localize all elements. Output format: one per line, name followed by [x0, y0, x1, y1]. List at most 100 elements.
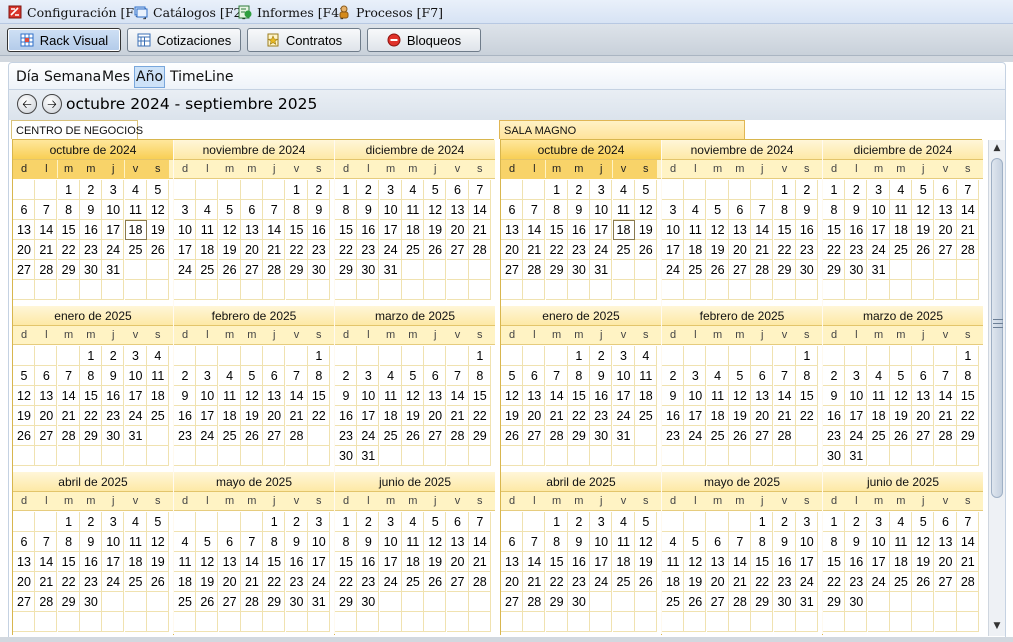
- day-number[interactable]: 24: [102, 240, 124, 260]
- day-number[interactable]: 29: [568, 426, 590, 446]
- day-number[interactable]: 27: [935, 572, 957, 592]
- day-number[interactable]: 15: [308, 386, 330, 406]
- day-number[interactable]: 4: [613, 180, 635, 200]
- day-number[interactable]: 5: [241, 366, 263, 386]
- day-number[interactable]: 15: [80, 386, 102, 406]
- day-number[interactable]: 22: [546, 572, 568, 592]
- day-number[interactable]: 31: [868, 260, 890, 280]
- menu-item-informes[interactable]: Informes [F4]: [238, 4, 344, 20]
- day-number[interactable]: 4: [890, 180, 912, 200]
- day-number[interactable]: 12: [635, 200, 657, 220]
- day-number[interactable]: 30: [845, 592, 867, 612]
- day-number[interactable]: 21: [729, 572, 751, 592]
- day-number[interactable]: 17: [174, 240, 196, 260]
- day-number[interactable]: 28: [546, 426, 568, 446]
- month-title[interactable]: febrero de 2025: [174, 306, 334, 326]
- day-number[interactable]: 7: [286, 366, 308, 386]
- cotizaciones-button[interactable]: Cotizaciones: [127, 28, 241, 52]
- day-number[interactable]: 6: [13, 200, 35, 220]
- day-number[interactable]: 17: [357, 406, 379, 426]
- day-number[interactable]: 3: [868, 512, 890, 532]
- day-number[interactable]: 25: [196, 260, 218, 280]
- day-number[interactable]: 14: [523, 220, 545, 240]
- day-number[interactable]: 10: [174, 220, 196, 240]
- day-number[interactable]: 22: [823, 572, 845, 592]
- day-number[interactable]: 11: [662, 552, 684, 572]
- day-number[interactable]: 23: [174, 426, 196, 446]
- day-number[interactable]: 6: [241, 200, 263, 220]
- today-day[interactable]: 18: [612, 220, 635, 240]
- day-number[interactable]: 24: [174, 260, 196, 280]
- day-number[interactable]: 14: [469, 532, 491, 552]
- day-number[interactable]: 24: [613, 406, 635, 426]
- day-number[interactable]: 15: [546, 552, 568, 572]
- menu-item-catalogos[interactable]: Catálogos [F2]: [134, 4, 246, 20]
- day-number[interactable]: 24: [308, 572, 330, 592]
- day-number[interactable]: 24: [380, 240, 402, 260]
- day-number[interactable]: 14: [546, 386, 568, 406]
- day-number[interactable]: 20: [241, 240, 263, 260]
- day-number[interactable]: 1: [796, 346, 818, 366]
- day-number[interactable]: 27: [751, 426, 773, 446]
- day-number[interactable]: 28: [957, 572, 979, 592]
- day-number[interactable]: 30: [335, 446, 357, 466]
- day-number[interactable]: 27: [707, 592, 729, 612]
- day-number[interactable]: 9: [845, 200, 867, 220]
- day-number[interactable]: 30: [286, 592, 308, 612]
- day-number[interactable]: 11: [402, 200, 424, 220]
- day-number[interactable]: 11: [125, 532, 147, 552]
- day-number[interactable]: 17: [590, 552, 612, 572]
- day-number[interactable]: 12: [219, 220, 241, 240]
- day-number[interactable]: 17: [662, 240, 684, 260]
- day-number[interactable]: 4: [890, 512, 912, 532]
- day-number[interactable]: 14: [957, 532, 979, 552]
- day-number[interactable]: 30: [102, 426, 124, 446]
- day-number[interactable]: 10: [196, 386, 218, 406]
- day-number[interactable]: 2: [174, 366, 196, 386]
- day-number[interactable]: 7: [263, 200, 285, 220]
- day-number[interactable]: 19: [912, 552, 934, 572]
- day-number[interactable]: 15: [263, 552, 285, 572]
- day-number[interactable]: 12: [912, 200, 934, 220]
- day-number[interactable]: 12: [424, 532, 446, 552]
- day-number[interactable]: 3: [357, 366, 379, 386]
- day-number[interactable]: 22: [263, 572, 285, 592]
- day-number[interactable]: 4: [219, 366, 241, 386]
- day-number[interactable]: 15: [58, 552, 80, 572]
- day-number[interactable]: 16: [80, 552, 102, 572]
- day-number[interactable]: 7: [546, 366, 568, 386]
- day-number[interactable]: 23: [845, 240, 867, 260]
- day-number[interactable]: 10: [380, 532, 402, 552]
- day-number[interactable]: 6: [751, 366, 773, 386]
- day-number[interactable]: 29: [546, 260, 568, 280]
- day-number[interactable]: 13: [263, 386, 285, 406]
- day-number[interactable]: 20: [523, 406, 545, 426]
- day-number[interactable]: 20: [935, 552, 957, 572]
- day-number[interactable]: 5: [13, 366, 35, 386]
- day-number[interactable]: 18: [707, 406, 729, 426]
- day-number[interactable]: 11: [219, 386, 241, 406]
- day-number[interactable]: 19: [635, 552, 657, 572]
- day-number[interactable]: 18: [613, 552, 635, 572]
- day-number[interactable]: 8: [308, 366, 330, 386]
- day-number[interactable]: 15: [568, 386, 590, 406]
- day-number[interactable]: 2: [357, 180, 379, 200]
- day-number[interactable]: 29: [774, 260, 796, 280]
- day-number[interactable]: 30: [845, 260, 867, 280]
- tab-timeline[interactable]: TimeLine: [169, 66, 234, 88]
- day-number[interactable]: 1: [774, 180, 796, 200]
- day-number[interactable]: 22: [308, 406, 330, 426]
- next-arrow-icon[interactable]: 🡢: [42, 94, 62, 114]
- day-number[interactable]: 2: [286, 512, 308, 532]
- day-number[interactable]: 20: [707, 572, 729, 592]
- day-number[interactable]: 21: [523, 240, 545, 260]
- day-number[interactable]: 11: [707, 386, 729, 406]
- day-number[interactable]: 5: [912, 180, 934, 200]
- day-number[interactable]: 20: [912, 406, 934, 426]
- scroll-thumb[interactable]: [991, 158, 1003, 498]
- day-number[interactable]: 26: [241, 426, 263, 446]
- day-number[interactable]: 8: [568, 366, 590, 386]
- day-number[interactable]: 6: [424, 366, 446, 386]
- day-number[interactable]: 21: [935, 406, 957, 426]
- day-number[interactable]: 14: [957, 200, 979, 220]
